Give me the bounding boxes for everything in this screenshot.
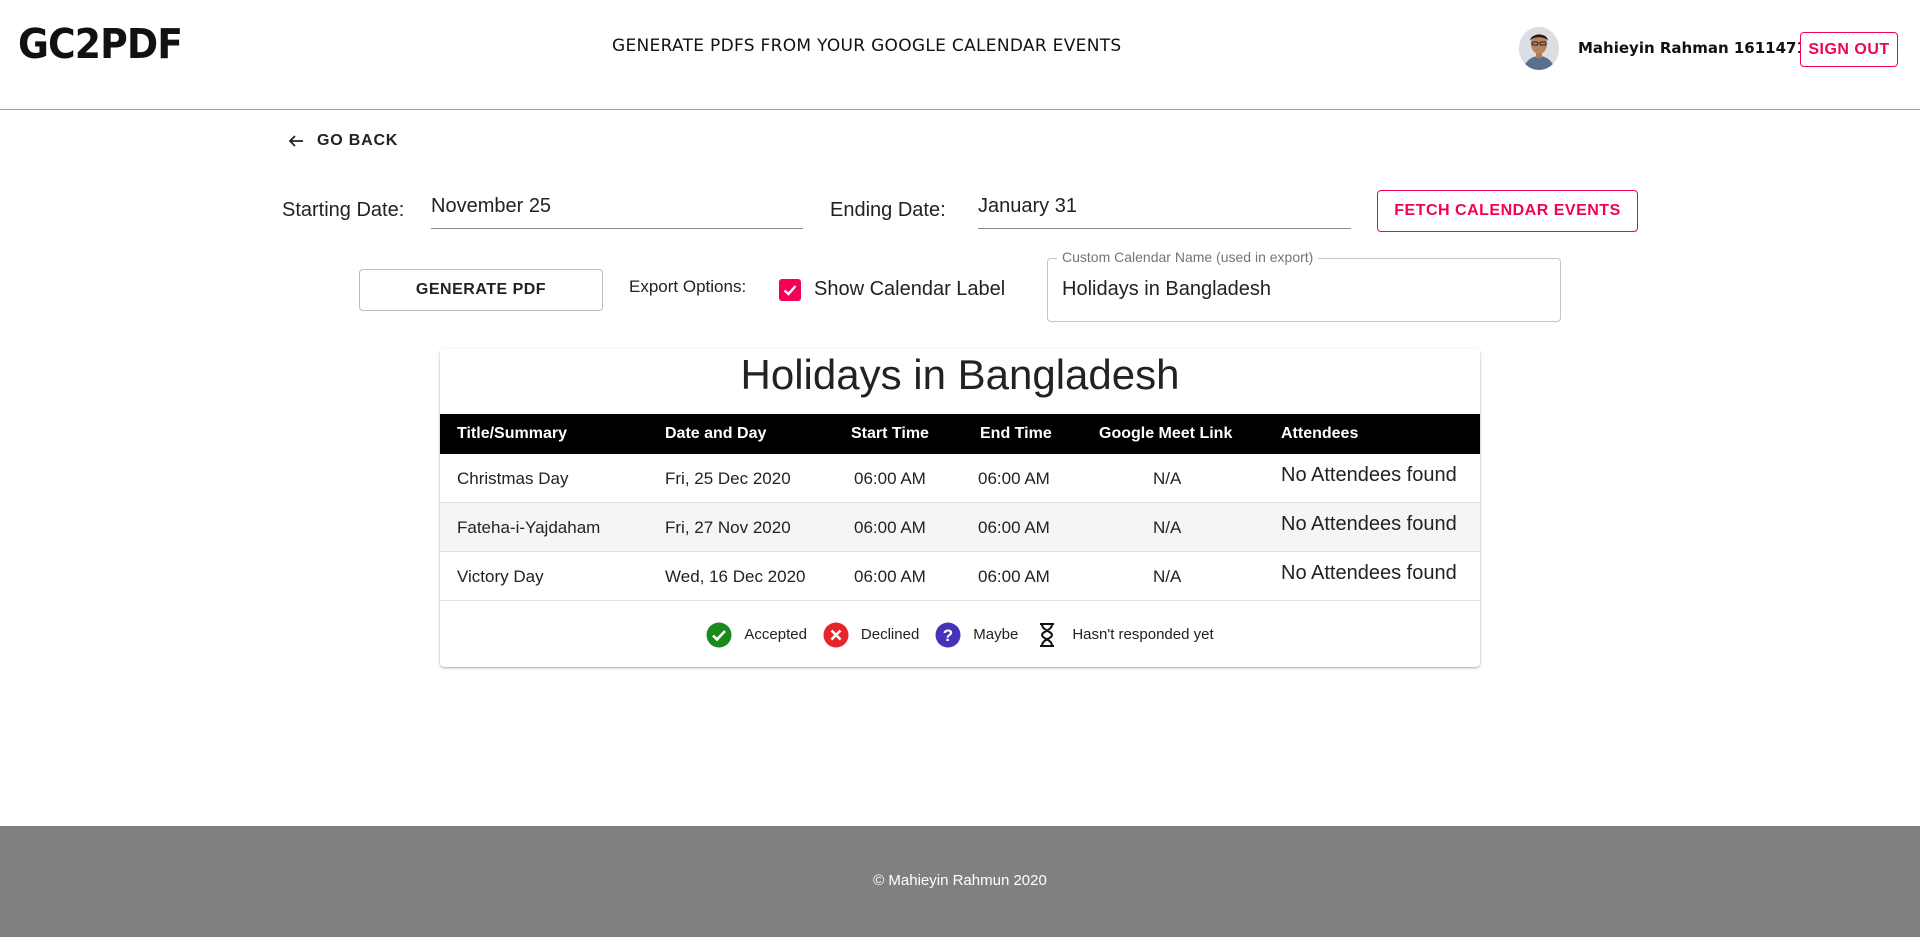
app-logo[interactable]: GC2PDF bbox=[18, 20, 183, 68]
cell-meet-link: N/A bbox=[1153, 469, 1182, 488]
check-circle-icon bbox=[706, 622, 732, 648]
cancel-circle-icon bbox=[823, 622, 849, 648]
user-photo-icon bbox=[1519, 27, 1559, 70]
legend-label: Maybe bbox=[973, 626, 1019, 643]
help-circle-icon: ? bbox=[935, 622, 961, 648]
cell-end-time: 06:00 AM bbox=[978, 567, 1050, 586]
cell-start-time: 06:00 AM bbox=[854, 567, 926, 586]
calendar-title: Holidays in Bangladesh bbox=[740, 351, 1180, 398]
cell-meet-link: N/A bbox=[1153, 518, 1182, 537]
cell-attendees: No Attendees found bbox=[1281, 562, 1457, 584]
cell-start-time: 06:00 AM bbox=[854, 469, 926, 488]
cell-meet-link: N/A bbox=[1153, 567, 1182, 586]
column-header: Attendees bbox=[1281, 425, 1359, 442]
go-back-label: GO BACK bbox=[317, 132, 399, 149]
legend-item-declined: Declined bbox=[823, 622, 919, 648]
show-calendar-label-text[interactable]: Show Calendar Label bbox=[814, 278, 1005, 301]
table-header: Title/Summary Date and Day Start Time En… bbox=[440, 414, 1480, 454]
checkmark-icon bbox=[783, 285, 797, 296]
sign-out-button[interactable]: SIGN OUT bbox=[1800, 32, 1898, 67]
cell-title: Christmas Day bbox=[457, 469, 569, 488]
starting-date-input[interactable]: November 25 bbox=[431, 189, 803, 229]
legend-item-maybe: ? Maybe bbox=[935, 622, 1018, 648]
column-header: End Time bbox=[980, 425, 1052, 442]
events-card: Holidays in Bangladesh Title/Summary Dat… bbox=[440, 349, 1480, 667]
arrow-left-icon bbox=[288, 135, 303, 147]
legend-label: Accepted bbox=[744, 626, 807, 643]
custom-calendar-name-input[interactable]: Holidays in Bangladesh bbox=[1062, 278, 1271, 301]
column-header: Start Time bbox=[851, 425, 929, 442]
avatar bbox=[1519, 27, 1559, 70]
app-tagline: GENERATE PDFS FROM YOUR GOOGLE CALENDAR … bbox=[612, 36, 1122, 56]
cell-date: Wed, 16 Dec 2020 bbox=[665, 567, 806, 586]
export-options-label: Export Options: bbox=[629, 277, 747, 296]
column-header: Google Meet Link bbox=[1099, 425, 1233, 442]
hourglass-icon bbox=[1034, 622, 1060, 648]
legend-label: Hasn't responded yet bbox=[1072, 626, 1214, 643]
generate-pdf-button[interactable]: GENERATE PDF bbox=[359, 269, 603, 311]
cell-date: Fri, 25 Dec 2020 bbox=[665, 469, 791, 488]
ending-date-label: Ending Date: bbox=[830, 199, 946, 221]
cell-start-time: 06:00 AM bbox=[854, 518, 926, 537]
table-row: Victory Day Wed, 16 Dec 2020 06:00 AM 06… bbox=[440, 552, 1480, 601]
copyright-text: © Mahieyin Rahmun 2020 bbox=[873, 872, 1047, 889]
svg-text:?: ? bbox=[943, 626, 953, 645]
cell-end-time: 06:00 AM bbox=[978, 518, 1050, 537]
show-calendar-label-checkbox[interactable] bbox=[779, 279, 801, 301]
cell-title: Fateha-i-Yajdaham bbox=[457, 518, 601, 537]
cell-attendees: No Attendees found bbox=[1281, 464, 1457, 486]
starting-date-label: Starting Date: bbox=[282, 199, 405, 221]
table-row: Christmas Day Fri, 25 Dec 2020 06:00 AM … bbox=[440, 454, 1480, 503]
legend-item-accepted: Accepted bbox=[706, 622, 807, 648]
column-header: Date and Day bbox=[665, 425, 767, 442]
response-legend: Accepted Declined ? Maybe Hasn't respond… bbox=[440, 602, 1480, 667]
cell-date: Fri, 27 Nov 2020 bbox=[665, 518, 791, 537]
column-header: Title/Summary bbox=[457, 425, 567, 442]
app-header: GC2PDF GENERATE PDFS FROM YOUR GOOGLE CA… bbox=[0, 0, 1920, 110]
cell-end-time: 06:00 AM bbox=[978, 469, 1050, 488]
table-row: Fateha-i-Yajdaham Fri, 27 Nov 2020 06:00… bbox=[440, 503, 1480, 552]
ending-date-input[interactable]: January 31 bbox=[978, 189, 1351, 229]
cell-attendees: No Attendees found bbox=[1281, 513, 1457, 535]
legend-item-pending: Hasn't responded yet bbox=[1034, 622, 1214, 648]
cell-title: Victory Day bbox=[457, 567, 544, 586]
custom-calendar-name-legend: Custom Calendar Name (used in export) bbox=[1057, 249, 1319, 265]
app-footer: © Mahieyin Rahmun 2020 bbox=[0, 826, 1920, 937]
fetch-calendar-events-button[interactable]: FETCH CALENDAR EVENTS bbox=[1377, 190, 1638, 232]
legend-label: Declined bbox=[860, 626, 920, 643]
go-back-button[interactable]: GO BACK bbox=[287, 128, 398, 154]
